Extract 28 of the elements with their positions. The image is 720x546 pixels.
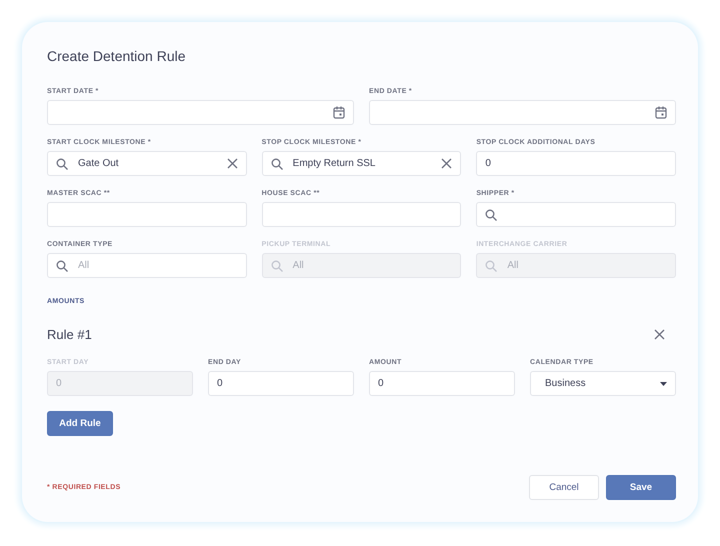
input-field[interactable]: 0 [208,371,354,396]
close-icon[interactable] [226,158,238,169]
dialog-title: Create Detention Rule [47,47,187,65]
input-field[interactable]: 0 [369,371,515,396]
save-button[interactable]: Save [606,475,676,500]
input-field[interactable] [262,202,462,227]
rule-title: Rule #1 [47,327,92,342]
caret-icon [660,382,667,386]
input-field[interactable] [476,202,676,227]
search-icon [56,158,68,170]
add-rule-button[interactable]: Add Rule [47,411,113,436]
input-field[interactable] [369,100,676,125]
search-icon [56,260,68,272]
cancel-button[interactable]: Cancel [529,475,599,500]
search-icon [270,260,283,272]
search-icon [485,208,498,220]
input-field[interactable] [47,202,247,227]
input-field[interactable]: Empty Return SSL [262,151,462,176]
dropdown[interactable]: Business [530,371,676,396]
input-field[interactable] [47,100,354,125]
calendar-icon[interactable] [333,106,345,119]
input-field[interactable]: 0 [476,151,676,176]
calendar-icon[interactable] [655,106,667,119]
close-icon[interactable] [654,329,665,340]
close-icon[interactable] [441,158,452,169]
search-icon [270,158,283,170]
input-field[interactable]: Gate Out [47,151,247,176]
search-icon [485,260,498,272]
